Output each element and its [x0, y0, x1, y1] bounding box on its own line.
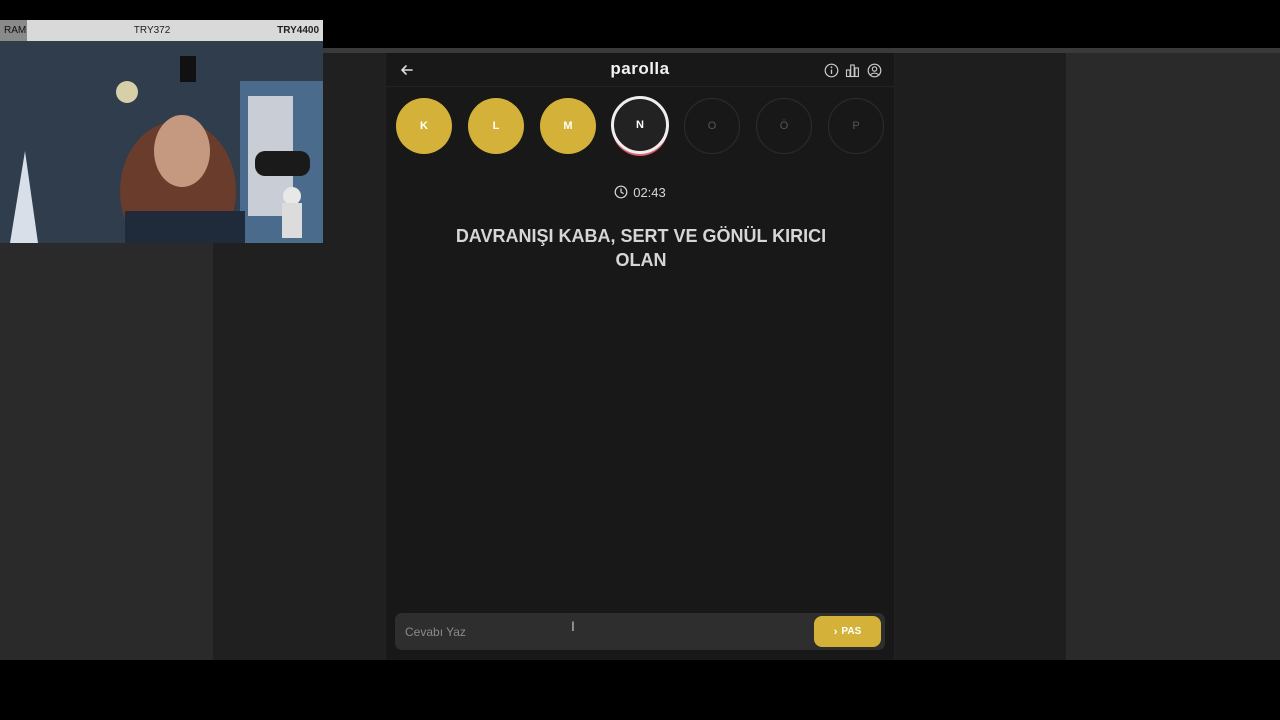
- letter-label: Ö: [779, 120, 789, 132]
- letter-circle-o-umlaut[interactable]: Ö: [756, 98, 812, 154]
- user-icon[interactable]: [867, 63, 882, 78]
- question-text: DAVRANIŞI KABA, SERT VE GÖNÜL KIRICI OLA…: [455, 226, 827, 270]
- info-icon[interactable]: [824, 63, 839, 78]
- chevron-right-icon: ›: [833, 625, 838, 638]
- letter-circle-k[interactable]: K: [396, 98, 452, 154]
- screen: RAM TRY372 TRY4400 parolla K L M N O Ö P…: [0, 0, 1280, 720]
- left-panel: [0, 243, 213, 660]
- timer: 02:43: [386, 185, 894, 200]
- webcam-feed: [0, 41, 323, 243]
- ram-label: RAM: [0, 20, 27, 41]
- right-panel: [1066, 53, 1280, 660]
- letter-label: O: [707, 120, 717, 132]
- app-title: parolla: [610, 59, 670, 78]
- timer-value: 02:43: [633, 185, 666, 200]
- answer-input[interactable]: [405, 621, 805, 642]
- webcam-image: [0, 41, 323, 243]
- letter-circle-p[interactable]: P: [828, 98, 884, 154]
- letter-label: M: [563, 120, 573, 132]
- letter-circle-n-current[interactable]: N: [611, 96, 669, 154]
- letter-label: K: [420, 120, 428, 132]
- price-mid: TRY372: [133, 25, 171, 36]
- pass-label: PAS: [841, 626, 862, 637]
- text-cursor-icon: I: [571, 618, 575, 634]
- letter-track: K L M N O Ö P: [396, 96, 886, 158]
- answer-bar: I › PAS: [395, 613, 885, 650]
- letter-circle-o[interactable]: O: [684, 98, 740, 154]
- price-right: TRY4400: [277, 25, 319, 36]
- stats-icon[interactable]: [845, 63, 860, 78]
- parolla-app: parolla K L M N O Ö P 02:43 DAVRANIŞI KA…: [385, 53, 895, 660]
- clock-icon: [614, 185, 628, 199]
- letter-label: N: [636, 119, 644, 131]
- right-margin: [895, 53, 1066, 660]
- pass-button[interactable]: › PAS: [814, 616, 881, 647]
- app-header: parolla: [386, 53, 894, 87]
- letter-circle-m[interactable]: M: [540, 98, 596, 154]
- letter-label: L: [492, 120, 500, 132]
- stream-overlay-bar: RAM TRY372 TRY4400: [0, 20, 323, 41]
- letter-label: P: [852, 120, 860, 132]
- left-margin-top: [323, 53, 385, 243]
- letter-circle-l[interactable]: L: [468, 98, 524, 154]
